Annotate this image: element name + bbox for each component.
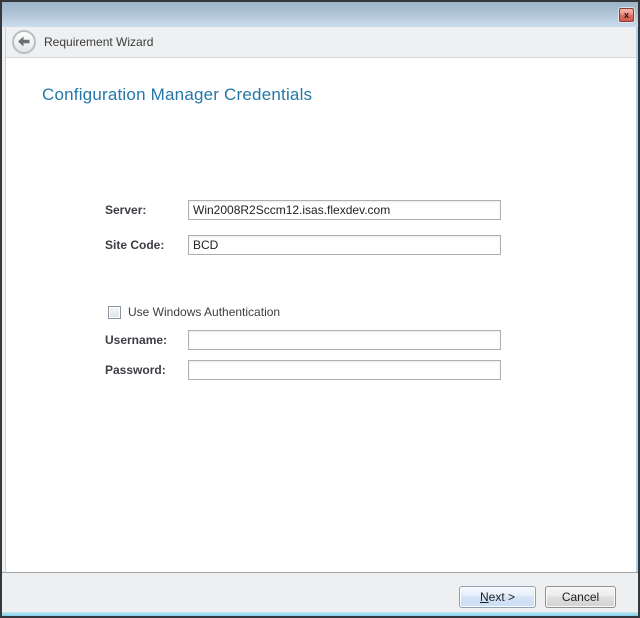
site-code-label: Site Code: <box>105 235 188 255</box>
footer-bar: Next > Cancel <box>2 572 638 612</box>
cancel-button[interactable]: Cancel <box>545 586 616 608</box>
close-icon[interactable]: x <box>619 8 634 22</box>
back-button[interactable] <box>12 30 36 54</box>
windows-auth-label[interactable]: Use Windows Authentication <box>128 305 280 319</box>
back-arrow-icon <box>17 36 31 48</box>
window-bottom-accent <box>2 612 638 616</box>
window-left-edge <box>2 27 6 612</box>
password-row: Password: <box>105 360 188 380</box>
username-input[interactable] <box>188 330 501 350</box>
password-input[interactable] <box>188 360 501 380</box>
username-row: Username: <box>105 330 188 350</box>
server-label: Server: <box>105 200 188 220</box>
titlebar: x <box>2 2 638 27</box>
windows-auth-row: Use Windows Authentication <box>108 304 280 320</box>
site-code-row: Site Code: <box>105 235 188 255</box>
wizard-header: Requirement Wizard <box>2 27 638 58</box>
username-label: Username: <box>105 330 188 350</box>
next-button[interactable]: Next > <box>459 586 536 608</box>
wizard-window: x Requirement Wizard Configuration Manag… <box>0 0 640 618</box>
site-code-input[interactable] <box>188 235 501 255</box>
windows-auth-checkbox[interactable] <box>108 306 121 319</box>
window-right-edge <box>636 27 638 612</box>
server-row: Server: <box>105 200 188 220</box>
page-title: Configuration Manager Credentials <box>42 85 312 105</box>
password-label: Password: <box>105 360 188 380</box>
wizard-title: Requirement Wizard <box>44 27 153 58</box>
server-input[interactable] <box>188 200 501 220</box>
